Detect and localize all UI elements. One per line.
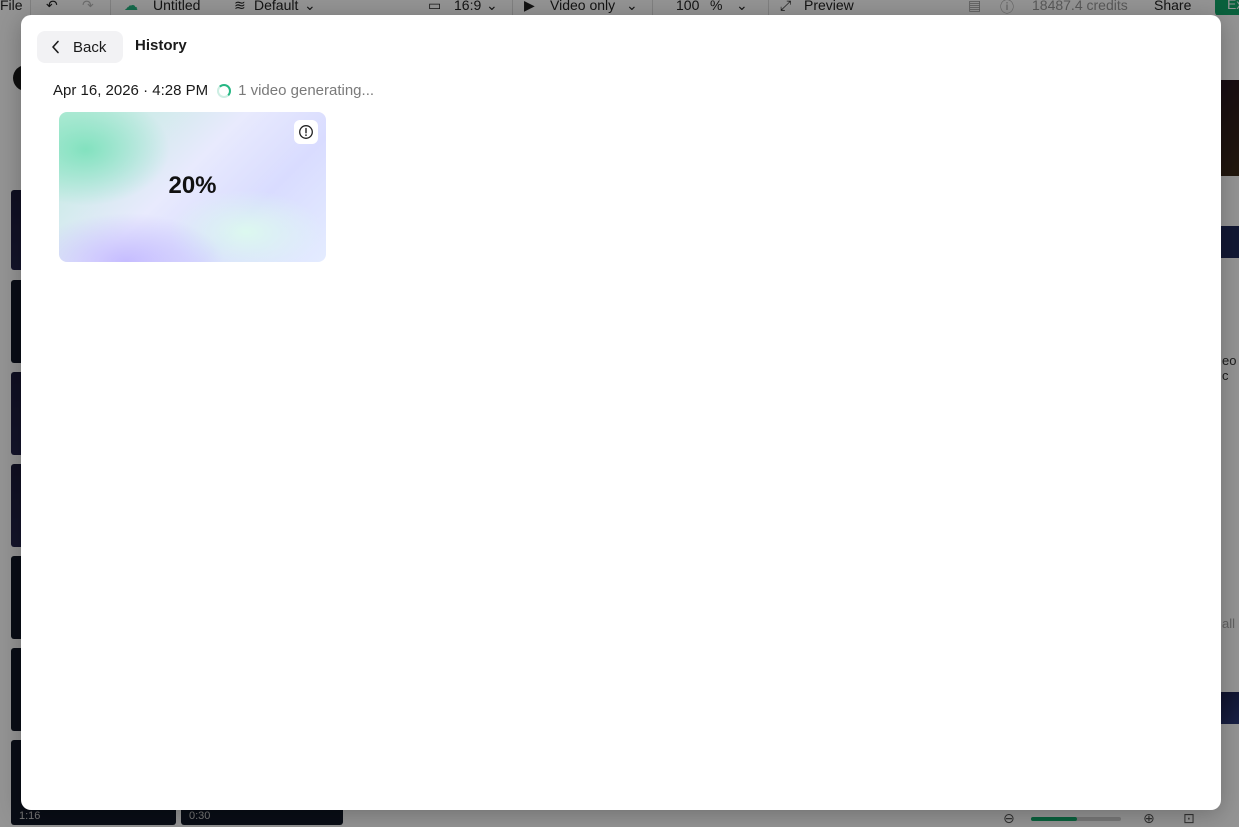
loading-spinner-icon — [217, 83, 232, 98]
page-title: History — [135, 37, 187, 54]
group-timestamp: Apr 16, 2026 · 4:28 PM — [53, 82, 209, 99]
info-button[interactable] — [294, 120, 318, 144]
back-button[interactable]: Back — [37, 31, 123, 63]
alert-circle-icon — [299, 125, 313, 139]
history-group-header: Apr 16, 2026 · 4:28 PM 1 video generatin… — [53, 82, 374, 99]
back-button-label: Back — [73, 38, 107, 56]
progress-percent: 20% — [168, 172, 217, 199]
chevron-left-icon — [52, 40, 59, 54]
history-modal: Back History Apr 16, 2026 · 4:28 PM 1 vi… — [21, 15, 1221, 810]
video-card-generating[interactable]: 20% — [59, 112, 326, 262]
generation-status: 1 video generating... — [238, 82, 375, 99]
